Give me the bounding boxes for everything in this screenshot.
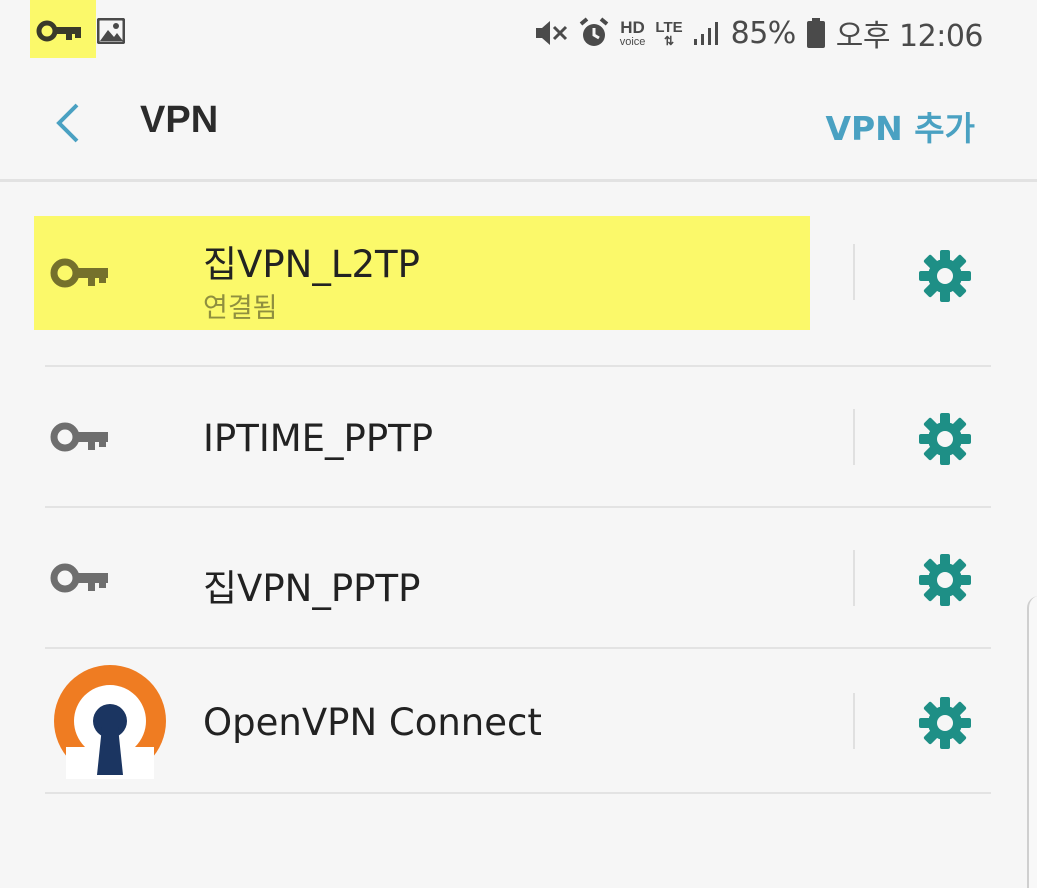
hd-label: HD	[620, 17, 645, 37]
header-divider	[0, 179, 1037, 182]
row-divider	[45, 792, 991, 794]
lte-indicator: LTE ⇅	[655, 20, 682, 47]
alarm-icon	[579, 17, 608, 46]
vertical-separator	[853, 244, 855, 300]
battery-icon	[806, 18, 825, 48]
image-notification-icon	[97, 18, 125, 44]
edge-panel-handle[interactable]	[1027, 596, 1037, 888]
vpn-key-status-icon	[36, 20, 81, 42]
vpn-item-home-pptp[interactable]: 집VPN_PPTP	[0, 508, 1037, 648]
vpn-item-l2tp[interactable]: 집VPN_L2TP 연결됨	[0, 216, 1037, 332]
row-highlight	[34, 216, 810, 330]
vpn-key-icon	[50, 258, 108, 288]
vpn-key-icon	[50, 563, 108, 593]
vertical-separator	[853, 550, 855, 606]
settings-gear-icon[interactable]	[917, 411, 973, 467]
settings-gear-icon[interactable]	[917, 248, 973, 304]
settings-gear-icon[interactable]	[917, 695, 973, 751]
settings-gear-icon[interactable]	[917, 552, 973, 608]
signal-icon	[693, 22, 718, 45]
vpn-name: 집VPN_L2TP	[203, 243, 420, 286]
add-vpn-button[interactable]: VPN 추가	[825, 102, 975, 150]
vertical-separator	[853, 693, 855, 749]
data-arrows-icon: ⇅	[663, 33, 675, 48]
vpn-name: IPTIME_PPTP	[203, 417, 434, 460]
lte-label: LTE	[655, 18, 683, 36]
openvpn-logo-icon	[54, 665, 166, 779]
back-arrow-icon[interactable]	[50, 102, 84, 144]
hd-voice-indicator: HD voice	[620, 19, 646, 48]
vpn-name: OpenVPN Connect	[203, 701, 542, 744]
vertical-separator	[853, 409, 855, 465]
vpn-status: 연결됨	[203, 293, 278, 324]
battery-percent: 85%	[730, 15, 797, 51]
status-bar: HD voice LTE ⇅ 85% 오후 12:06	[0, 0, 1037, 64]
vpn-name: 집VPN_PPTP	[203, 567, 421, 610]
page-title: VPN	[140, 99, 219, 141]
voice-label: voice	[619, 35, 646, 48]
mute-icon	[535, 21, 567, 45]
app-header: VPN VPN 추가	[0, 64, 1037, 180]
vpn-key-icon	[50, 422, 108, 452]
vpn-item-openvpn[interactable]: OpenVPN Connect	[0, 649, 1037, 793]
clock: 오후 12:06	[835, 19, 984, 54]
vpn-item-iptime[interactable]: IPTIME_PPTP	[0, 367, 1037, 507]
